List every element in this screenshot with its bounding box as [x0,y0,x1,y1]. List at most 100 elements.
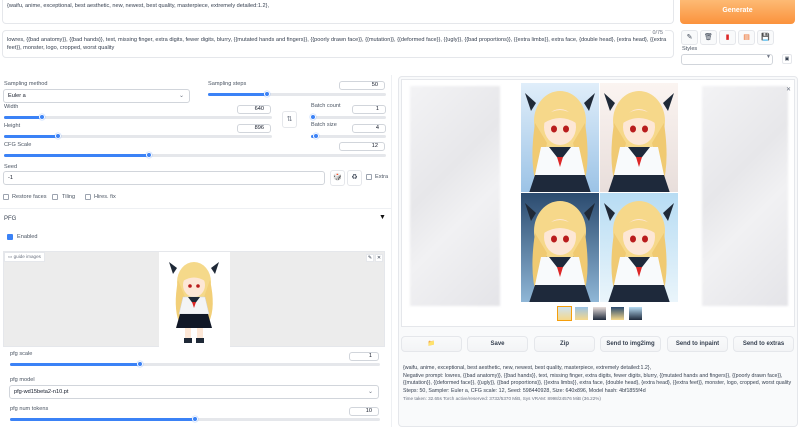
seed-value: -1 [8,175,13,181]
pfg-num-tokens-slider[interactable] [10,416,380,422]
save-icon[interactable]: 💾 [757,30,774,45]
anime-girl-illustration [169,262,219,343]
batch-size-label: Batch size [311,122,337,128]
slider-fill [10,418,195,421]
pfg-section: PFG ▼ Enabled ▭ guide images ✎ ✕ pfg sca… [0,208,392,427]
hires-fix-checkbox[interactable] [85,194,91,200]
slider-handle[interactable] [309,114,316,120]
swap-dimensions-button[interactable]: ⇅ [282,111,297,128]
batch-size-input[interactable]: 4 [352,124,386,133]
slider-fill [4,154,150,157]
slider-handle[interactable] [136,361,143,367]
thumbnail-grid[interactable] [557,306,572,321]
slider-handle[interactable] [192,416,198,422]
tiling-checkbox[interactable] [52,194,58,200]
prompt-text: {waifu, anime, exceptional, best aesthet… [7,3,270,9]
close-gallery-icon[interactable]: ✕ [786,86,791,93]
slider-fill [4,116,42,119]
info-negative-prompt: Negative prompt: lowres, {{bad anatomy}}… [403,372,792,387]
send-to-img2img-button[interactable]: Send to img2img [600,336,661,352]
zip-button[interactable]: Zip [534,336,595,352]
dice-icon[interactable]: 🎲 [330,170,345,186]
edit-icon[interactable]: ✎ [366,254,374,262]
styles-dropdown[interactable] [681,54,773,65]
width-label: Width [4,104,19,110]
pfg-num-tokens-input[interactable]: 10 [349,407,379,416]
slider-handle[interactable] [313,133,320,139]
width-slider[interactable] [4,114,272,120]
slider-fill [4,135,58,138]
send-to-inpaint-button[interactable]: Send to inpaint [667,336,728,352]
sampling-steps-label: Sampling steps [208,81,247,87]
token-counter: 0/75 [650,30,665,36]
extra-label: Extra [375,174,389,180]
guide-images-tag: ▭ guide images [4,252,45,262]
generation-info: {waifu, anime, exceptional, best aesthet… [403,365,795,402]
sampling-method-label: Sampling method [4,81,48,87]
guide-image-panel[interactable]: ▭ guide images ✎ ✕ [3,251,385,347]
cfg-scale-label: CFG Scale [4,142,32,148]
pencil-icon[interactable]: ✎ [681,30,698,45]
seed-label: Seed [4,164,18,170]
apply-style-icon[interactable]: ▣ [782,54,792,64]
info-parameters: Steps: 50, Sampler: Euler a, CFG scale: … [403,388,646,395]
batch-size-slider[interactable] [311,133,386,139]
hires-fix-label: Hires. fix [94,194,116,200]
pfg-model-value: pfg-wd15beta2-n10.pt [14,389,69,395]
chevron-down-icon[interactable]: ▼ [766,54,771,60]
restore-faces-checkbox[interactable] [3,194,9,200]
thumbnail-strip [557,306,643,321]
open-folder-button[interactable]: 📁 [401,336,462,352]
thumbnail-2[interactable] [593,307,606,320]
chevron-down-icon: ⌄ [367,389,373,395]
height-label: Height [4,123,21,129]
restore-faces-label: Restore faces [12,194,47,200]
pfg-model-label: pfg model [10,377,35,383]
cfg-scale-slider[interactable] [4,152,386,158]
book-icon[interactable]: ▮ [719,30,736,45]
generate-button[interactable]: Generate [680,0,795,24]
height-slider[interactable] [4,133,272,139]
thumbnail-1[interactable] [575,307,588,320]
prompt-textarea[interactable]: {waifu, anime, exceptional, best aesthet… [2,0,674,24]
slider-handle[interactable] [146,152,153,158]
pfg-scale-input[interactable]: 1 [349,352,379,361]
generated-grid[interactable] [521,83,678,303]
sampling-steps-input[interactable]: 50 [339,81,385,90]
send-to-extras-button[interactable]: Send to extras [733,336,794,352]
pfg-title[interactable]: PFG [4,216,16,222]
clipboard-icon[interactable]: ▤ [738,30,755,45]
cfg-scale-input[interactable]: 12 [339,142,385,151]
sampling-steps-slider[interactable] [208,91,386,97]
width-input[interactable]: 640 [237,105,271,114]
blurred-preview-left [410,86,500,306]
thumbnail-3[interactable] [611,307,624,320]
collapse-icon[interactable]: ▼ [379,214,386,221]
extra-checkbox[interactable] [366,174,372,180]
seed-input[interactable]: -1 [3,171,325,185]
slider-handle[interactable] [38,114,45,120]
styles-label: Styles [682,46,698,52]
trash-icon[interactable]: 🗑 [700,30,717,45]
recycle-icon[interactable]: ♻ [347,170,362,186]
negative-prompt-textarea[interactable]: 0/75 lowres, {{bad anatomy}}, {{bad hand… [2,30,674,58]
sampling-method-select[interactable]: Euler a ⌄ [3,89,190,103]
info-prompt: {waifu, anime, exceptional, best aesthet… [403,365,652,371]
pfg-scale-slider[interactable] [10,361,380,367]
close-icon[interactable]: ✕ [375,254,383,262]
blurred-preview-right [702,86,788,306]
height-input[interactable]: 896 [237,124,271,133]
slider-handle[interactable] [263,91,270,97]
info-time-taken: Time taken: 32.65s Torch active/reserved… [403,395,601,401]
pfg-model-select[interactable]: pfg-wd15beta2-n10.pt ⌄ [9,385,379,399]
slider-fill [10,363,140,366]
guide-images-label: guide images [13,254,41,259]
slider-handle[interactable] [54,133,61,139]
enabled-checkbox[interactable] [7,234,13,240]
batch-count-slider[interactable] [309,114,386,120]
batch-count-input[interactable]: 1 [352,105,386,114]
save-button[interactable]: Save [467,336,528,352]
pfg-num-tokens-label: pfg num tokens [10,406,49,412]
thumbnail-4[interactable] [629,307,642,320]
generated-images [521,83,678,303]
